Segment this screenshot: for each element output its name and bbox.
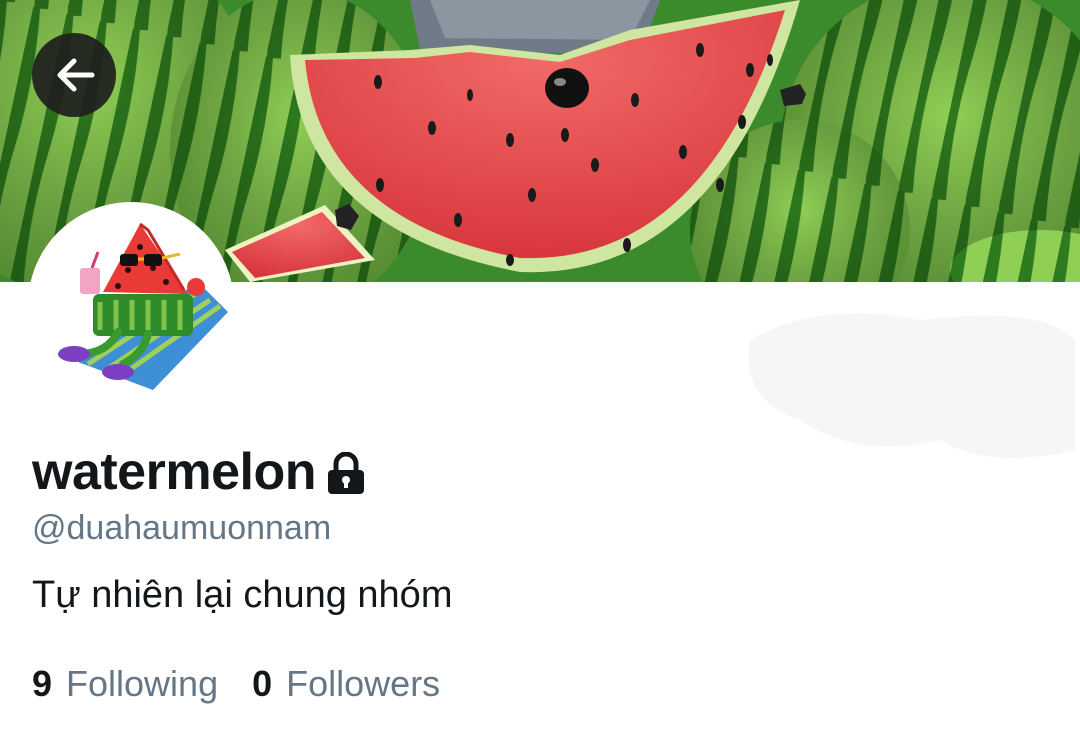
following-count: 9: [32, 663, 53, 704]
profile-name: watermelon: [32, 443, 316, 501]
profile-stats: 9 Following 0 Followers: [32, 660, 474, 708]
name-row: watermelon: [32, 440, 366, 504]
lock-icon: [327, 452, 364, 494]
profile-avatar[interactable]: [28, 202, 234, 408]
profile-handle: @duahaumuonnam: [32, 509, 332, 547]
following-label: Following: [66, 663, 219, 704]
background-smudge: [748, 313, 1075, 458]
followers-label: Followers: [286, 663, 441, 704]
arrow-left-icon: [57, 58, 95, 92]
profile-bio: Tự nhiên lại chung nhóm: [32, 574, 453, 616]
following-link[interactable]: 9 Following: [32, 660, 218, 708]
back-button[interactable]: [32, 33, 116, 117]
followers-link[interactable]: 0 Followers: [252, 660, 440, 708]
followers-count: 0: [252, 663, 273, 704]
watermelon-avatar-image: [58, 222, 228, 390]
